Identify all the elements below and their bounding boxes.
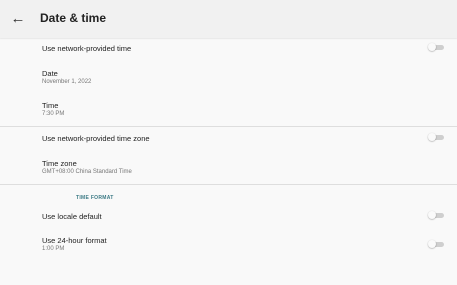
date-label: Date <box>42 69 58 78</box>
locale-default-toggle[interactable] <box>428 211 444 219</box>
timezone-row[interactable]: Time zone GMT+08:00 China Standard Time <box>0 152 457 182</box>
time-row[interactable]: Time 7:30 PM <box>0 94 457 124</box>
date-row[interactable]: Date November 1, 2022 <box>0 62 457 92</box>
24-hour-format-value: 1:00 PM <box>42 246 65 252</box>
network-timezone-row[interactable]: Use network-provided time zone <box>0 127 457 147</box>
timezone-label: Time zone <box>42 159 77 168</box>
network-time-label: Use network-provided time <box>42 44 132 53</box>
network-timezone-label: Use network-provided time zone <box>42 134 150 143</box>
network-time-row[interactable]: Use network-provided time <box>0 38 457 58</box>
24-hour-format-row[interactable]: Use 24-hour format 1:00 PM <box>0 232 457 260</box>
time-value: 7:30 PM <box>42 111 65 117</box>
locale-default-row[interactable]: Use locale default <box>0 208 457 228</box>
date-value: November 1, 2022 <box>42 79 92 85</box>
toggle-thumb <box>428 133 436 141</box>
app-bar: ← Date & time <box>0 0 457 38</box>
back-arrow-icon[interactable]: ← <box>10 11 26 27</box>
24-hour-format-toggle[interactable] <box>428 240 444 248</box>
network-time-toggle[interactable] <box>428 43 444 51</box>
network-timezone-toggle[interactable] <box>428 133 444 141</box>
toggle-thumb <box>428 211 436 219</box>
toggle-thumb <box>428 43 436 51</box>
24-hour-format-label: Use 24-hour format <box>42 236 107 245</box>
toggle-thumb <box>428 240 436 248</box>
time-label: Time <box>42 101 59 110</box>
locale-default-label: Use locale default <box>42 212 102 221</box>
divider <box>0 184 457 185</box>
time-format-header: TIME FORMAT <box>76 195 114 201</box>
page-title: Date & time <box>40 11 107 25</box>
timezone-value: GMT+08:00 China Standard Time <box>42 169 132 175</box>
